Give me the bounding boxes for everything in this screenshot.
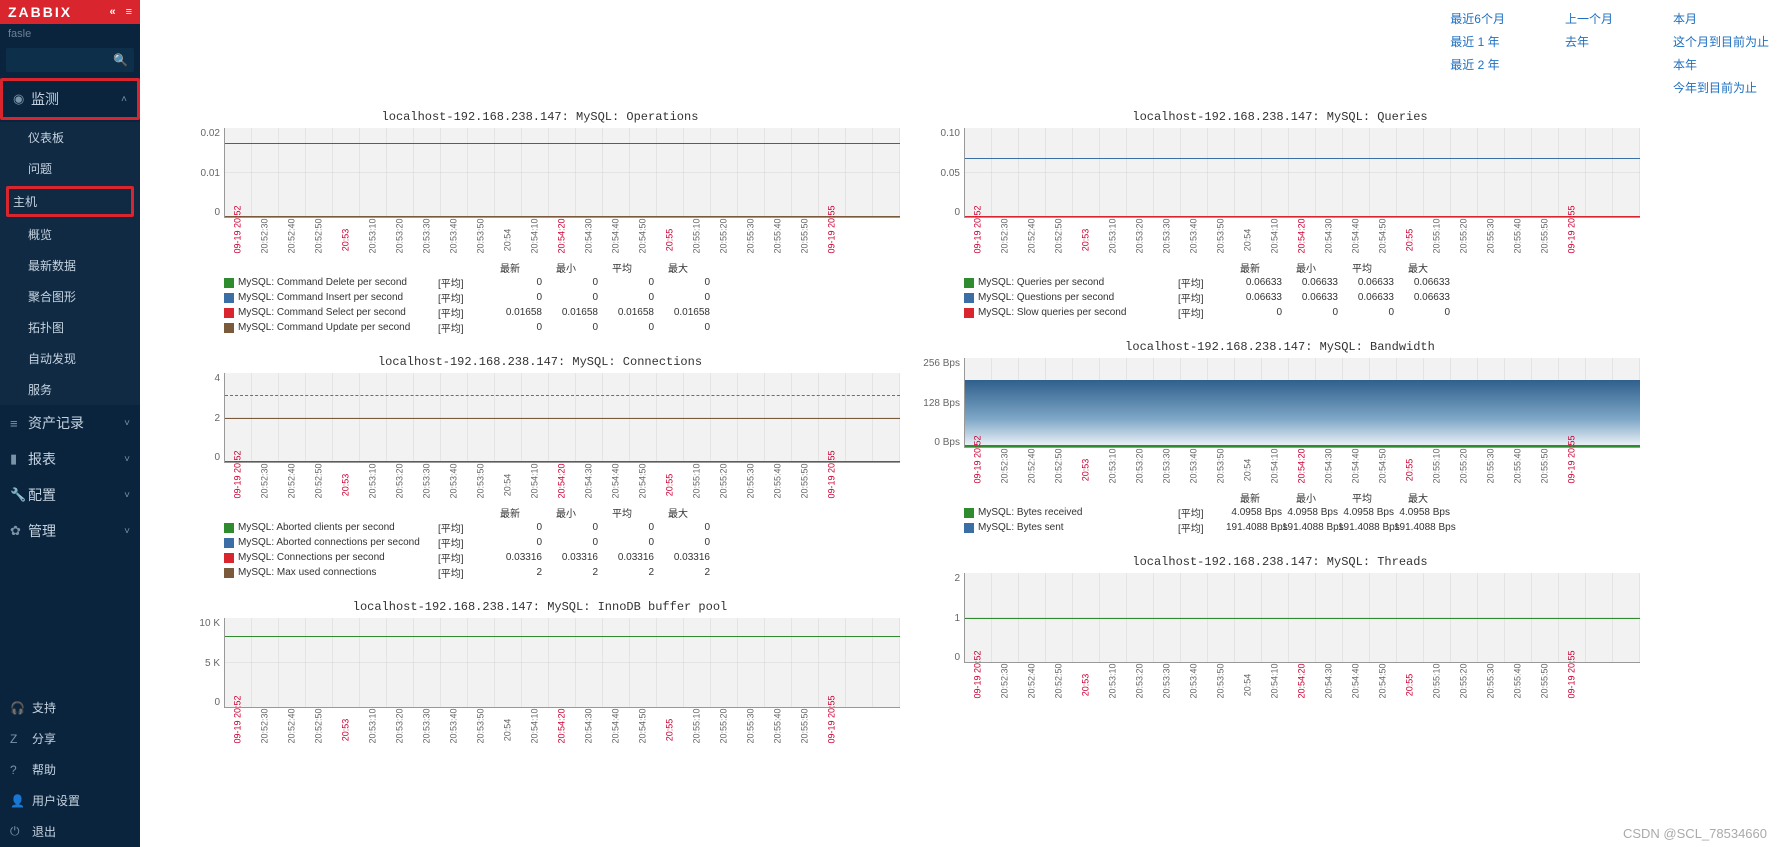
config-icon: 🔧 [10,487,28,503]
collapse-icon[interactable]: « [109,0,117,24]
nav-share[interactable]: Z分享 [0,723,140,754]
nav-item-services[interactable]: 服务 [0,374,140,405]
chart-plot[interactable] [964,128,1640,218]
chart-plot[interactable] [224,373,900,463]
chart-ops: localhost-192.168.238.147: MySQL: Operat… [180,110,900,335]
time-preset[interactable]: 最近 2 年 [1450,56,1505,73]
chevron-down-icon: ˅ [124,454,130,465]
chart-title: localhost-192.168.238.147: MySQL: Bandwi… [920,340,1640,354]
chart-legend: 最新最小平均最大MySQL: Queries per second[平均]0.0… [964,260,1640,320]
chart-plot[interactable] [224,128,900,218]
nav-item-screens[interactable]: 聚合图形 [0,281,140,312]
search-box: 🔍 [0,44,140,76]
legend-row: MySQL: Command Select per second[平均]0.01… [224,305,900,320]
legend-row: MySQL: Queries per second[平均]0.066330.06… [964,275,1640,290]
nav-logout[interactable]: ⏻退出 [0,816,140,847]
reports-icon: ▮ [10,451,28,467]
chart-legend: 最新最小平均最大MySQL: Bytes received[平均]4.0958 … [964,490,1640,535]
time-preset[interactable]: 最近6个月 [1450,10,1505,27]
brand-text: ZABBIX [8,0,72,24]
headset-icon: 🎧 [10,701,24,715]
legend-row: MySQL: Questions per second[平均]0.066330.… [964,290,1640,305]
time-preset[interactable]: 本月 [1673,10,1769,27]
legend-row: MySQL: Command Update per second[平均]0000 [224,320,900,335]
nav-usersettings[interactable]: 👤用户设置 [0,785,140,816]
watermark: CSDN @SCL_78534660 [1623,826,1767,841]
search-icon[interactable]: 🔍 [113,53,128,67]
eye-icon: ◉ [13,91,31,107]
admin-icon: ✿ [10,523,28,539]
legend-row: MySQL: Aborted connections per second[平均… [224,535,900,550]
chart-plot[interactable] [964,573,1640,663]
nav-monitor-submenu: 仪表板 问题 主机 概览 最新数据 聚合图形 拓扑图 自动发现 服务 [0,122,140,405]
nav-section-inventory[interactable]: ≡资产记录˅ [0,405,140,441]
sidebar: ZABBIX « ≡ fasle 🔍 ◉ 监测 ˄ 仪表板 问题 主机 概览 最… [0,0,140,847]
chart-legend: 最新最小平均最大MySQL: Aborted clients per secon… [224,505,900,580]
chart-title: localhost-192.168.238.147: MySQL: Connec… [180,355,900,369]
logo: ZABBIX « ≡ [0,0,140,24]
legend-row: MySQL: Aborted clients per second[平均]000… [224,520,900,535]
chart-title: localhost-192.168.238.147: MySQL: InnoDB… [180,600,900,614]
nav-item-dashboards[interactable]: 仪表板 [0,122,140,153]
nav-item-problems[interactable]: 问题 [0,153,140,184]
share-icon: Z [10,732,24,746]
nav-item-hosts[interactable]: 主机 [6,186,134,217]
chevron-down-icon: ˅ [124,418,130,429]
chart-legend: 最新最小平均最大MySQL: Command Delete per second… [224,260,900,335]
chart-queries: localhost-192.168.238.147: MySQL: Querie… [920,110,1640,320]
nav-support[interactable]: 🎧支持 [0,692,140,723]
legend-row: MySQL: Slow queries per second[平均]0000 [964,305,1640,320]
user-label: fasle [0,24,140,44]
legend-row: MySQL: Bytes sent[平均]191.4088 Bps191.408… [964,520,1640,535]
chart-buf: localhost-192.168.238.147: MySQL: InnoDB… [180,600,900,748]
time-preset[interactable]: 上一个月 [1565,10,1613,27]
nav-section-config[interactable]: 🔧配置˅ [0,477,140,513]
legend-row: MySQL: Command Insert per second[平均]0000 [224,290,900,305]
chevron-down-icon: ˅ [124,526,130,537]
chart-plot[interactable] [224,618,900,708]
time-preset[interactable]: 今年到目前为止 [1673,79,1769,96]
chart-plot[interactable] [964,358,1640,448]
nav-item-latest[interactable]: 最新数据 [0,250,140,281]
chart-bw: localhost-192.168.238.147: MySQL: Bandwi… [920,340,1640,535]
nav-bottom: 🎧支持 Z分享 ?帮助 👤用户设置 ⏻退出 [0,692,140,847]
nav-monitor-label: 监测 [31,89,59,109]
time-filter: 最近6个月最近 1 年最近 2 年 上一个月去年 本月这个月到目前为止本年今年到… [1440,0,1779,100]
legend-row: MySQL: Command Delete per second[平均]0000 [224,275,900,290]
chart-thr: localhost-192.168.238.147: MySQL: Thread… [920,555,1640,703]
nav-item-discovery[interactable]: 自动发现 [0,343,140,374]
nav-section-reports[interactable]: ▮报表˅ [0,441,140,477]
help-icon: ? [10,763,24,777]
menu-icon[interactable]: ≡ [126,0,134,24]
chart-title: localhost-192.168.238.147: MySQL: Thread… [920,555,1640,569]
legend-row: MySQL: Max used connections[平均]2222 [224,565,900,580]
user-icon: 👤 [10,794,24,808]
chart-title: localhost-192.168.238.147: MySQL: Operat… [180,110,900,124]
nav-item-maps[interactable]: 拓扑图 [0,312,140,343]
chart-conn: localhost-192.168.238.147: MySQL: Connec… [180,355,900,580]
chart-title: localhost-192.168.238.147: MySQL: Querie… [920,110,1640,124]
time-preset[interactable]: 去年 [1565,33,1613,50]
chevron-down-icon: ˅ [124,490,130,501]
inventory-icon: ≡ [10,416,28,431]
time-preset[interactable]: 最近 1 年 [1450,33,1505,50]
power-icon: ⏻ [10,824,24,839]
nav-help[interactable]: ?帮助 [0,754,140,785]
nav-section-admin[interactable]: ✿管理˅ [0,513,140,549]
time-preset[interactable]: 本年 [1673,56,1769,73]
chevron-up-icon: ˄ [121,94,127,105]
nav-section-monitor[interactable]: ◉ 监测 ˄ [0,78,140,120]
search-input[interactable] [12,53,92,68]
nav-item-overview[interactable]: 概览 [0,219,140,250]
main-content: 最近6个月最近 1 年最近 2 年 上一个月去年 本月这个月到目前为止本年今年到… [140,0,1779,847]
legend-row: MySQL: Connections per second[平均]0.03316… [224,550,900,565]
time-preset[interactable]: 这个月到目前为止 [1673,33,1769,50]
legend-row: MySQL: Bytes received[平均]4.0958 Bps4.095… [964,505,1640,520]
charts-grid: localhost-192.168.238.147: MySQL: Operat… [140,110,1779,748]
